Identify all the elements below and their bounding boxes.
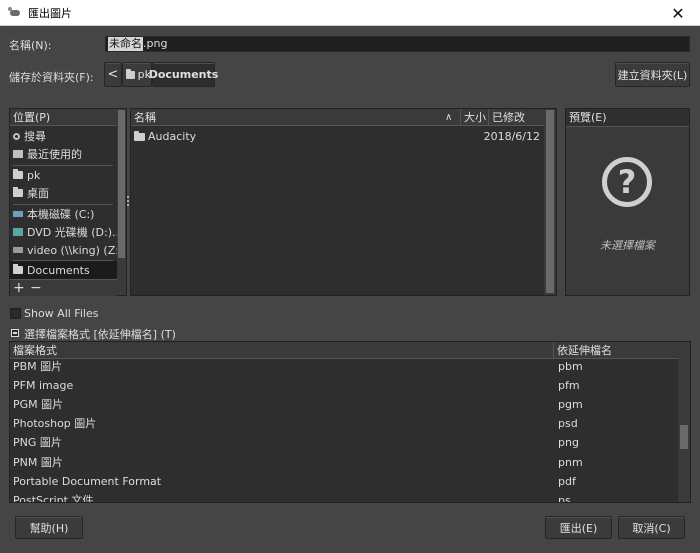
extension-cell: ps (558, 494, 571, 503)
save-in-label: 儲存於資料夾(F): (9, 71, 94, 84)
format-cell: PNM 圖片 (13, 456, 63, 469)
scrollbar-thumb[interactable] (546, 110, 554, 293)
file-modified: 2018/6/12 (483, 130, 540, 143)
places-item-recent[interactable]: 最近使用的 (10, 145, 117, 163)
places-item-network-z[interactable]: video (\\king) (Z:) (10, 241, 117, 259)
places-item-label: 本機磁碟 (C:) (27, 208, 95, 221)
places-item-label: 桌面 (27, 187, 49, 200)
places-item-label: 搜尋 (24, 130, 46, 143)
folder-icon (126, 68, 135, 79)
path-crumb-documents[interactable]: Documents (149, 62, 218, 87)
scrollbar-thumb[interactable] (680, 425, 688, 449)
title-bar: 匯出圖片 ✕ (0, 0, 700, 26)
file-type-table: 檔案格式 依延伸檔名 PBM 圖片 pbm PFM image pfm PGM 圖片… (9, 341, 691, 503)
recent-icon (13, 150, 23, 158)
extension-cell: pfm (558, 379, 580, 392)
add-bookmark-button[interactable]: + (13, 280, 25, 296)
format-cell: PBM 圖片 (13, 360, 63, 373)
export-button[interactable]: 匯出(E) (545, 516, 612, 539)
file-list-panel: 名稱 ∧ 大小 已修改 Audacity 2018/6/12 (130, 108, 557, 296)
places-footer: + − (10, 279, 117, 296)
file-row[interactable]: Audacity 2018/6/12 (131, 127, 544, 146)
extension-cell: pgm (558, 398, 583, 411)
table-row[interactable]: Portable Document Format pdf (10, 472, 678, 491)
table-row[interactable]: PNG 圖片 png (10, 433, 678, 452)
format-cell: PostScript 文件 (13, 494, 94, 503)
folder-icon (13, 187, 23, 197)
remove-bookmark-button[interactable]: − (30, 280, 42, 296)
folder-icon (13, 169, 23, 179)
filename-selected-text: 未命名 (108, 37, 143, 51)
preview-header: 預覽(E) (566, 109, 689, 127)
column-header-name[interactable]: 名稱 (131, 109, 461, 126)
filename-input[interactable]: 未命名 .png (105, 36, 690, 52)
table-row[interactable]: PFM image pfm (10, 376, 678, 395)
file-name-text: Audacity (148, 130, 197, 143)
table-row[interactable]: PostScript 文件 ps (10, 491, 678, 503)
format-cell: PFM image (13, 379, 74, 392)
chevron-left-icon: < (107, 67, 119, 82)
extension-cell: pdf (558, 475, 576, 488)
path-back-button[interactable]: < (104, 62, 122, 87)
name-label: 名稱(N): (9, 39, 52, 52)
places-item-label: video (\\king) (Z:) (27, 243, 117, 257)
places-item-desktop[interactable]: 桌面 (10, 184, 117, 202)
cancel-button[interactable]: 取消(C) (618, 516, 685, 539)
drive-icon (13, 211, 23, 217)
format-cell: PNG 圖片 (13, 436, 62, 449)
show-all-files-checkbox[interactable] (10, 308, 21, 319)
extension-cell: pnm (558, 456, 583, 469)
window-title: 匯出圖片 (28, 6, 72, 20)
places-panel: 位置(P) 搜尋 最近使用的 pk 桌面 本機磁碟 (C:) DVD 光碟機 (… (9, 108, 127, 296)
table-row[interactable]: PBM 圖片 pbm (10, 357, 678, 376)
show-all-files-label[interactable]: Show All Files (24, 307, 98, 320)
format-cell: PGM 圖片 (13, 398, 64, 411)
help-button[interactable]: 幫助(H) (15, 516, 83, 539)
places-item-label: pk (27, 168, 41, 182)
places-header: 位置(P) (10, 109, 117, 126)
format-cell: Photoshop 圖片 (13, 417, 97, 430)
file-list-header: 名稱 ∧ 大小 已修改 (131, 109, 544, 126)
places-scrollbar[interactable] (117, 109, 126, 295)
sort-ascending-icon: ∧ (445, 112, 453, 123)
preview-panel: 預覽(E) ? 未選擇檔案 (565, 108, 690, 296)
extension-cell: pbm (558, 360, 583, 373)
create-folder-button[interactable]: 建立資料夾(L) (615, 62, 690, 87)
search-icon (13, 132, 20, 140)
extension-cell: png (558, 436, 579, 449)
network-drive-icon (13, 247, 23, 253)
path-crumb-pk[interactable]: pk (122, 62, 152, 87)
places-item-dvd-d[interactable]: DVD 光碟機 (D:)... (10, 223, 117, 241)
file-name: Audacity (131, 130, 196, 143)
dvd-icon (13, 228, 23, 236)
table-row[interactable]: Photoshop 圖片 psd (10, 414, 678, 433)
column-header-size[interactable]: 大小 (461, 109, 489, 126)
places-item-drive-c[interactable]: 本機磁碟 (C:) (10, 205, 117, 223)
places-item-label: 最近使用的 (27, 148, 82, 161)
table-row[interactable]: PNM 圖片 pnm (10, 453, 678, 472)
places-item-label: Documents (27, 263, 90, 277)
column-header-modified[interactable]: 已修改 (489, 109, 544, 126)
folder-icon (13, 264, 23, 274)
format-cell: Portable Document Format (13, 475, 162, 488)
file-type-scrollbar[interactable] (678, 342, 690, 502)
scrollbar-thumb[interactable] (118, 110, 125, 258)
no-selection-text: 未選擇檔案 (600, 239, 655, 252)
close-button[interactable]: ✕ (656, 0, 700, 26)
file-type-expander[interactable] (11, 329, 19, 337)
places-item-documents[interactable]: Documents (10, 261, 117, 279)
table-row[interactable]: PGM 圖片 pgm (10, 395, 678, 414)
extension-cell: psd (558, 417, 578, 430)
folder-icon (134, 130, 145, 141)
app-icon (8, 6, 22, 19)
file-type-label[interactable]: 選擇檔案格式 [依延伸檔名] (T) (24, 326, 176, 342)
file-list-scrollbar[interactable] (544, 109, 556, 295)
places-item-label: DVD 光碟機 (D:)... (27, 226, 117, 239)
question-mark-icon: ? (602, 157, 652, 207)
filename-extension: .png (143, 37, 168, 50)
places-item-pk[interactable]: pk (10, 166, 117, 184)
places-item-search[interactable]: 搜尋 (10, 127, 117, 145)
crumb-label: Documents (148, 68, 219, 81)
